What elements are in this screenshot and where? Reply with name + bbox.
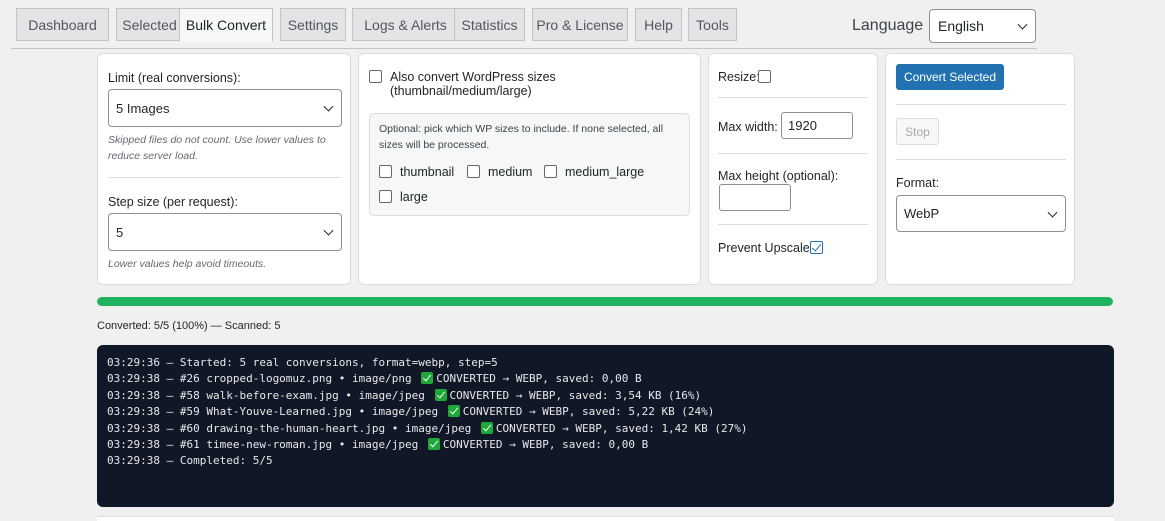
format-select[interactable]: WebP bbox=[896, 195, 1066, 232]
max-width-label: Max width: bbox=[718, 120, 778, 134]
divider bbox=[718, 224, 868, 225]
log-line: 03:29:38 — #59 What-Youve-Learned.jpg • … bbox=[107, 404, 1104, 420]
resize-checkbox[interactable] bbox=[758, 70, 771, 83]
log-line: 03:29:38 — Completed: 5/5 bbox=[107, 453, 1104, 469]
format-value: WebP bbox=[904, 206, 940, 221]
log-line-text: 03:29:38 — #59 What-Youve-Learned.jpg • … bbox=[107, 405, 439, 419]
log-line-result: CONVERTED → WEBP, saved: 5,22 KB (24%) bbox=[462, 405, 715, 419]
check-mark-icon bbox=[427, 437, 440, 450]
limit-select[interactable]: 5 Images bbox=[108, 89, 342, 127]
log-line-result: CONVERTED → WEBP, saved: 1,42 KB (27%) bbox=[495, 421, 748, 435]
log-line-text: 03:29:38 — #60 drawing-the-human-heart.j… bbox=[107, 421, 472, 435]
tab-logs-alerts[interactable]: Logs & Alerts bbox=[352, 8, 459, 41]
step-value: 5 bbox=[116, 224, 124, 240]
progress-status: Converted: 5/5 (100%) — Scanned: 5 bbox=[97, 320, 281, 332]
size-medium-label: medium bbox=[488, 165, 533, 179]
log-line-result: CONVERTED → WEBP, saved: 3,54 KB (16%) bbox=[449, 388, 702, 402]
format-label: Format: bbox=[896, 176, 940, 190]
check-mark-icon bbox=[447, 405, 460, 418]
prevent-upscale-checkbox[interactable] bbox=[810, 241, 823, 254]
step-hint: Lower values help avoid timeouts. bbox=[108, 258, 267, 270]
resize-label: Resize: bbox=[718, 70, 760, 84]
divider bbox=[108, 177, 341, 178]
tab-selected[interactable]: Selected bbox=[116, 8, 183, 41]
divider bbox=[896, 104, 1066, 105]
wp-sizes-panel: Also convert WordPress sizes (thumbnail/… bbox=[358, 53, 701, 285]
size-thumbnail-label: thumbnail bbox=[400, 165, 455, 179]
chevron-down-icon bbox=[1047, 207, 1058, 218]
check-mark-icon bbox=[434, 388, 447, 401]
divider bbox=[718, 153, 868, 154]
tab-help[interactable]: Help bbox=[635, 8, 682, 41]
bottom-panel-edge bbox=[97, 516, 1114, 521]
conversion-log: 03:29:36 — Started: 5 real conversions, … bbox=[97, 345, 1114, 507]
log-line: 03:29:38 — #26 cropped-logomuz.png • ima… bbox=[107, 371, 1104, 387]
size-large-checkbox[interactable] bbox=[379, 190, 392, 203]
check-mark-icon bbox=[480, 421, 493, 434]
tab-bulk-convert[interactable]: Bulk Convert bbox=[179, 8, 273, 42]
size-medium-large-checkbox[interactable] bbox=[544, 165, 557, 178]
limit-hint: Skipped files do not count. Use lower va… bbox=[108, 134, 326, 162]
language-value: English bbox=[938, 18, 984, 34]
log-line-text: 03:29:38 — #26 cropped-logomuz.png • ima… bbox=[107, 372, 412, 386]
step-label: Step size (per request): bbox=[108, 195, 238, 209]
resize-panel: Resize: Max width: 1920 Max height (opti… bbox=[708, 53, 878, 285]
log-line-text: 03:29:36 — Started: 5 real conversions, … bbox=[107, 356, 498, 369]
limit-label: Limit (real conversions): bbox=[108, 71, 241, 85]
stop-button[interactable]: Stop bbox=[896, 118, 939, 145]
log-line: 03:29:38 — #61 timee-new-roman.jpg • ima… bbox=[107, 437, 1104, 453]
wp-sizes-checkbox[interactable] bbox=[369, 70, 382, 83]
wp-sizes-options: Optional: pick which WP sizes to include… bbox=[369, 113, 690, 216]
log-line-text: 03:29:38 — #61 timee-new-roman.jpg • ima… bbox=[107, 437, 419, 451]
actions-panel: Convert Selected Stop Format: WebP bbox=[885, 53, 1075, 285]
log-line-result: CONVERTED → WEBP, saved: 0,00 B bbox=[442, 437, 649, 451]
divider bbox=[718, 97, 868, 98]
max-height-input[interactable] bbox=[719, 184, 791, 211]
max-width-input[interactable]: 1920 bbox=[781, 112, 853, 139]
tab-pro-license[interactable]: Pro & License bbox=[532, 8, 628, 41]
check-mark-icon bbox=[421, 372, 434, 385]
size-large-label: large bbox=[400, 190, 428, 204]
progress-fill bbox=[97, 297, 1113, 306]
tab-dashboard[interactable]: Dashboard bbox=[16, 8, 109, 41]
log-line-result: CONVERTED → WEBP, saved: 0,00 B bbox=[436, 372, 642, 386]
chevron-down-icon bbox=[323, 101, 334, 112]
size-medium-checkbox[interactable] bbox=[467, 165, 480, 178]
tab-statistics[interactable]: Statistics bbox=[454, 8, 525, 41]
chevron-down-icon bbox=[1017, 19, 1028, 30]
max-height-label: Max height (optional): bbox=[718, 169, 839, 183]
log-line-text: 03:29:38 — Completed: 5/5 bbox=[107, 454, 273, 468]
convert-selected-button[interactable]: Convert Selected bbox=[896, 64, 1004, 90]
step-select[interactable]: 5 bbox=[108, 213, 342, 251]
language-select[interactable]: English bbox=[929, 9, 1036, 43]
log-line: 03:29:38 — #60 drawing-the-human-heart.j… bbox=[107, 421, 1104, 437]
divider bbox=[896, 159, 1066, 160]
wp-sizes-note: Optional: pick which WP sizes to include… bbox=[379, 123, 664, 151]
log-line-text: 03:29:38 — #58 walk-before-exam.jpg • im… bbox=[107, 388, 425, 402]
tab-tools[interactable]: Tools bbox=[688, 8, 737, 41]
chevron-down-icon bbox=[323, 225, 334, 236]
language-label: Language bbox=[852, 17, 924, 34]
log-line: 03:29:38 — #58 walk-before-exam.jpg • im… bbox=[107, 388, 1104, 404]
tab-settings[interactable]: Settings bbox=[280, 8, 346, 41]
log-line: 03:29:36 — Started: 5 real conversions, … bbox=[107, 355, 1104, 371]
progress-bar bbox=[97, 297, 1113, 306]
limit-value: 5 Images bbox=[116, 100, 170, 116]
size-thumbnail-checkbox[interactable] bbox=[379, 165, 392, 178]
limit-panel: Limit (real conversions): 5 Images Skipp… bbox=[97, 53, 351, 285]
wp-sizes-label: Also convert WordPress sizes (thumbnail/… bbox=[390, 70, 556, 98]
prevent-upscale-label: Prevent Upscale: bbox=[718, 241, 814, 255]
size-medium-large-label: medium_large bbox=[565, 165, 645, 179]
